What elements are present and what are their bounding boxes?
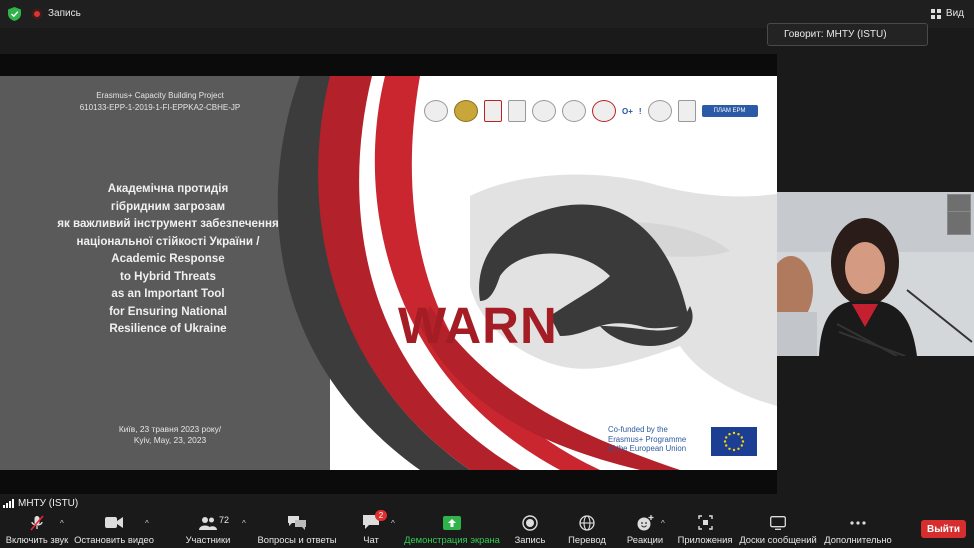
warn-logo-text: WARN [398, 297, 558, 354]
university-logo [647, 100, 672, 122]
qa-label: Вопросы и ответы [257, 533, 337, 545]
reactions-options-caret-icon[interactable]: ^ [661, 519, 665, 528]
stop-video-label: Остановить видео [74, 533, 154, 545]
smiley-plus-icon [637, 514, 654, 532]
recording-label: Запись [48, 8, 81, 19]
participants-button[interactable]: 72 Участники [184, 510, 232, 548]
video-thumbnail[interactable] [947, 211, 971, 235]
whiteboard-icon [770, 514, 786, 532]
university-logo [592, 100, 616, 122]
share-screen-button[interactable]: Демонстрация экрана [404, 510, 500, 548]
university-logo: ! [638, 106, 642, 116]
more-dots-icon [850, 514, 866, 532]
video-camera-icon [105, 514, 123, 532]
cofunded-text: Co-funded by the Erasmus+ Programme of t… [608, 425, 686, 454]
university-logo [562, 100, 586, 122]
active-speaker-indicator: Говорит: МНТУ (ISTU) [767, 23, 928, 46]
slide-date: Київ, 23 травня 2023 року/ Kyiv, May, 23… [80, 424, 260, 445]
chat-options-caret-icon[interactable]: ^ [391, 519, 395, 528]
audio-options-caret-icon[interactable]: ^ [60, 519, 64, 528]
university-logo: O+ [622, 106, 633, 116]
title-line: Академічна протидія [107, 182, 229, 195]
view-button[interactable]: Вид [930, 8, 964, 19]
date-line-en: Kyiv, May, 23, 2023 [133, 434, 207, 445]
apps-button[interactable]: Приложения [678, 510, 732, 548]
title-line: Academic Response [111, 252, 225, 265]
microphone-muted-icon [29, 514, 45, 532]
title-line: як важливий інструмент забезпечення [57, 217, 279, 230]
zoom-meeting-window: Запись Вид Говорит: МНТУ (ISTU) Erasmus+… [0, 0, 974, 548]
project-info: Erasmus+ Capacity Building Project 61013… [40, 90, 280, 114]
cofunded-line: Co-funded by the [608, 425, 668, 434]
signal-bars-icon [3, 498, 14, 508]
partner-logos: O+ ! ПЛАМ ЕРМ [424, 100, 758, 122]
date-line-ua: Київ, 23 травня 2023 року/ [118, 424, 222, 434]
presentation-slide: Erasmus+ Capacity Building Project 61013… [0, 76, 777, 470]
apps-label: Приложения [677, 533, 733, 545]
share-screen-icon [443, 514, 461, 532]
university-logo [508, 100, 526, 122]
participant-video[interactable] [777, 192, 974, 356]
apps-icon [697, 514, 713, 532]
more-label: Дополнительно [824, 533, 892, 545]
active-speaker-text: Говорит: МНТУ (ISTU) [784, 29, 887, 40]
whiteboards-label: Доски сообщений [739, 533, 817, 545]
title-line: національної стійкості України / [76, 234, 260, 248]
unmute-button[interactable]: Включить звук [6, 510, 68, 548]
participant-count: 72 [219, 514, 230, 525]
qa-bubble-icon [288, 514, 306, 532]
meeting-toolbar: Включить звук ^ Остановить видео ^ 72 Уч… [0, 509, 974, 548]
stop-video-button[interactable]: Остановить видео [74, 510, 154, 548]
title-line: гібридним загрозам [110, 199, 226, 213]
cofunded-line: of the European Union [608, 444, 687, 454]
participants-icon: 72 [199, 514, 229, 532]
more-button[interactable]: Дополнительно [824, 510, 892, 548]
project-line-2: 610133-EPP-1-2019-1-FI-EPPKA2-CBHE-JP [79, 103, 241, 112]
record-button[interactable]: Запись [512, 510, 548, 548]
leave-meeting-button[interactable]: Выйти [921, 520, 966, 538]
participants-options-caret-icon[interactable]: ^ [242, 519, 246, 528]
university-logo [484, 100, 502, 122]
chat-unread-badge: 2 [375, 509, 387, 521]
shared-screen[interactable]: Erasmus+ Capacity Building Project 61013… [0, 54, 777, 494]
project-line-1: Erasmus+ Capacity Building Project [96, 91, 224, 100]
title-line: to Hybrid Threats [120, 269, 216, 283]
title-line: as an Important Tool [111, 287, 225, 300]
slide-title: Академічна протидія гібридним загрозам я… [18, 180, 318, 338]
chat-button[interactable]: 2 Чат [356, 509, 387, 548]
record-dot-icon [32, 8, 42, 19]
record-icon [522, 514, 538, 532]
unmute-label: Включить звук [5, 533, 69, 545]
participant-video-frame [777, 192, 974, 356]
eu-flag-icon [711, 427, 757, 456]
university-logo [677, 100, 696, 122]
participant-name: МНТУ (ISTU) [18, 497, 79, 509]
qa-button[interactable]: Вопросы и ответы [258, 510, 336, 548]
participant-name-label: МНТУ (ISTU) [0, 496, 78, 510]
title-line: Resilience of Ukraine [109, 322, 227, 335]
reactions-label: Реакции [626, 533, 664, 545]
globe-icon [579, 514, 595, 532]
whiteboards-button[interactable]: Доски сообщений [739, 510, 817, 548]
participants-label: Участники [185, 533, 231, 545]
grid-view-icon [930, 8, 941, 19]
video-options-caret-icon[interactable]: ^ [145, 519, 149, 528]
chat-icon: 2 [363, 509, 387, 532]
view-label: Вид [945, 8, 964, 19]
reactions-button[interactable]: Реакции [626, 510, 664, 548]
security-shield-icon[interactable] [8, 7, 21, 21]
recording-indicator[interactable]: Запись [32, 8, 81, 19]
interpretation-button[interactable]: Перевод [566, 510, 608, 548]
share-screen-label: Демонстрация экрана [404, 533, 500, 545]
university-logo: ПЛАМ ЕРМ [701, 105, 758, 117]
university-logo [454, 100, 478, 122]
record-label: Запись [514, 533, 546, 545]
university-logo [424, 100, 448, 122]
university-logo [532, 100, 556, 122]
chat-label: Чат [363, 533, 379, 545]
interpretation-label: Перевод [568, 533, 606, 545]
title-line: for Ensuring National [109, 304, 227, 318]
cofunded-line: Erasmus+ Programme [608, 434, 687, 444]
